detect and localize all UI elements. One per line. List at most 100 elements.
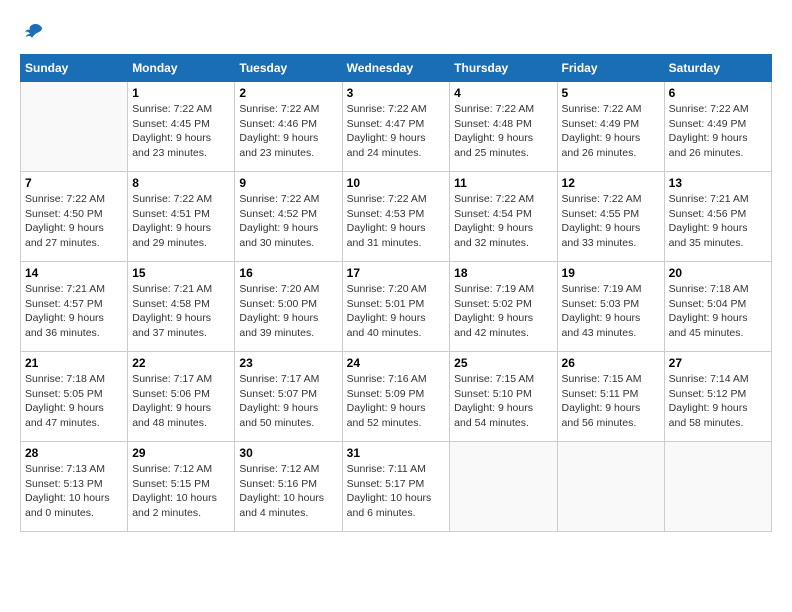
calendar-cell: 15 Sunrise: 7:21 AMSunset: 4:58 PMDayligh… [128,262,235,352]
calendar-week-row: 14Sunrise: 7:21 AMSunset: 4:57 PMDayligh… [21,262,772,352]
calendar-cell: 18Sunrise: 7:19 AMSunset: 5:02 PMDayligh… [450,262,557,352]
calendar-cell: 28Sunrise: 7:13 AMSunset: 5:13 PMDayligh… [21,442,128,532]
day-number: 20 [669,266,767,280]
day-number: 10 [347,176,446,190]
day-number: 13 [669,176,767,190]
calendar-cell: 26Sunrise: 7:15 AMSunset: 5:11 PMDayligh… [557,352,664,442]
page-header [20,20,772,44]
calendar-cell: 23 Sunrise: 7:17 AMSunset: 5:07 PMDayligh… [235,352,342,442]
day-number: 30 [239,446,337,460]
day-info: Sunrise: 7:16 AMSunset: 5:09 PMDaylight:… [347,372,446,431]
day-number: 2 [239,86,337,100]
day-number: 8 [132,176,230,190]
calendar-cell [21,82,128,172]
day-info: Sunrise: 7:22 AMSunset: 4:45 PMDaylight:… [132,102,230,161]
day-number: 21 [25,356,123,370]
day-info: Sunrise: 7:20 AMSunset: 5:00 PMDaylight:… [239,282,337,341]
calendar-cell: 7 Sunrise: 7:22 AMSunset: 4:50 PMDaylight… [21,172,128,262]
day-info: Sunrise: 7:22 AMSunset: 4:54 PMDaylight:… [454,192,552,251]
logo [20,20,46,44]
day-number: 4 [454,86,552,100]
calendar-week-row: 28Sunrise: 7:13 AMSunset: 5:13 PMDayligh… [21,442,772,532]
day-number: 17 [347,266,446,280]
day-number: 28 [25,446,123,460]
calendar-cell: 14Sunrise: 7:21 AMSunset: 4:57 PMDayligh… [21,262,128,352]
day-info: Sunrise: 7:19 AMSunset: 5:02 PMDaylight:… [454,282,552,341]
calendar-cell: 16 Sunrise: 7:20 AMSunset: 5:00 PMDayligh… [235,262,342,352]
calendar-cell: 4 Sunrise: 7:22 AMSunset: 4:48 PMDaylight… [450,82,557,172]
calendar-cell: 21Sunrise: 7:18 AMSunset: 5:05 PMDayligh… [21,352,128,442]
calendar-header-row: SundayMondayTuesdayWednesdayThursdayFrid… [21,55,772,82]
calendar-header-monday: Monday [128,55,235,82]
calendar-header-sunday: Sunday [21,55,128,82]
calendar-table: SundayMondayTuesdayWednesdayThursdayFrid… [20,54,772,532]
calendar-cell: 31 Sunrise: 7:11 AMSunset: 5:17 PMDayligh… [342,442,450,532]
calendar-cell: 27Sunrise: 7:14 AMSunset: 5:12 PMDayligh… [664,352,771,442]
day-info: Sunrise: 7:15 AMSunset: 5:10 PMDaylight:… [454,372,552,431]
logo-bird-icon [22,20,46,44]
day-info: Sunrise: 7:21 AMSunset: 4:58 PMDaylight:… [132,282,230,341]
calendar-cell: 1 Sunrise: 7:22 AMSunset: 4:45 PMDaylight… [128,82,235,172]
day-info: Sunrise: 7:22 AMSunset: 4:46 PMDaylight:… [239,102,337,161]
day-info: Sunrise: 7:22 AMSunset: 4:48 PMDaylight:… [454,102,552,161]
day-number: 25 [454,356,552,370]
calendar-week-row: 21Sunrise: 7:18 AMSunset: 5:05 PMDayligh… [21,352,772,442]
calendar-cell [557,442,664,532]
day-number: 19 [562,266,660,280]
day-info: Sunrise: 7:11 AMSunset: 5:17 PMDaylight:… [347,462,446,521]
day-number: 14 [25,266,123,280]
calendar-week-row: 1 Sunrise: 7:22 AMSunset: 4:45 PMDaylight… [21,82,772,172]
day-info: Sunrise: 7:22 AMSunset: 4:52 PMDaylight:… [239,192,337,251]
calendar-week-row: 7 Sunrise: 7:22 AMSunset: 4:50 PMDaylight… [21,172,772,262]
day-info: Sunrise: 7:20 AMSunset: 5:01 PMDaylight:… [347,282,446,341]
day-number: 5 [562,86,660,100]
calendar-header-saturday: Saturday [664,55,771,82]
day-number: 29 [132,446,230,460]
day-info: Sunrise: 7:17 AMSunset: 5:06 PMDaylight:… [132,372,230,431]
day-number: 24 [347,356,446,370]
day-info: Sunrise: 7:22 AMSunset: 4:50 PMDaylight:… [25,192,123,251]
calendar-cell: 24 Sunrise: 7:16 AMSunset: 5:09 PMDayligh… [342,352,450,442]
day-info: Sunrise: 7:22 AMSunset: 4:53 PMDaylight:… [347,192,446,251]
day-number: 7 [25,176,123,190]
calendar-cell: 25 Sunrise: 7:15 AMSunset: 5:10 PMDayligh… [450,352,557,442]
day-info: Sunrise: 7:19 AMSunset: 5:03 PMDaylight:… [562,282,660,341]
day-info: Sunrise: 7:12 AMSunset: 5:15 PMDaylight:… [132,462,230,521]
day-info: Sunrise: 7:18 AMSunset: 5:04 PMDaylight:… [669,282,767,341]
day-number: 27 [669,356,767,370]
day-number: 6 [669,86,767,100]
day-number: 3 [347,86,446,100]
day-number: 22 [132,356,230,370]
day-number: 26 [562,356,660,370]
day-info: Sunrise: 7:21 AMSunset: 4:56 PMDaylight:… [669,192,767,251]
calendar-cell: 11 Sunrise: 7:22 AMSunset: 4:54 PMDayligh… [450,172,557,262]
day-info: Sunrise: 7:22 AMSunset: 4:47 PMDaylight:… [347,102,446,161]
day-number: 1 [132,86,230,100]
day-info: Sunrise: 7:22 AMSunset: 4:49 PMDaylight:… [562,102,660,161]
calendar-header-thursday: Thursday [450,55,557,82]
day-number: 23 [239,356,337,370]
day-info: Sunrise: 7:17 AMSunset: 5:07 PMDaylight:… [239,372,337,431]
calendar-cell: 20 Sunrise: 7:18 AMSunset: 5:04 PMDayligh… [664,262,771,352]
calendar-cell: 6 Sunrise: 7:22 AMSunset: 4:49 PMDaylight… [664,82,771,172]
day-info: Sunrise: 7:22 AMSunset: 4:49 PMDaylight:… [669,102,767,161]
day-number: 31 [347,446,446,460]
calendar-header-wednesday: Wednesday [342,55,450,82]
calendar-cell: 29 Sunrise: 7:12 AMSunset: 5:15 PMDayligh… [128,442,235,532]
calendar-cell: 30Sunrise: 7:12 AMSunset: 5:16 PMDayligh… [235,442,342,532]
calendar-header-tuesday: Tuesday [235,55,342,82]
calendar-cell: 13 Sunrise: 7:21 AMSunset: 4:56 PMDayligh… [664,172,771,262]
calendar-cell [450,442,557,532]
calendar-cell: 12Sunrise: 7:22 AMSunset: 4:55 PMDayligh… [557,172,664,262]
calendar-cell [664,442,771,532]
calendar-cell: 5 Sunrise: 7:22 AMSunset: 4:49 PMDaylight… [557,82,664,172]
day-number: 16 [239,266,337,280]
day-number: 12 [562,176,660,190]
calendar-cell: 3 Sunrise: 7:22 AMSunset: 4:47 PMDaylight… [342,82,450,172]
calendar-cell: 17 Sunrise: 7:20 AMSunset: 5:01 PMDayligh… [342,262,450,352]
day-number: 11 [454,176,552,190]
day-number: 15 [132,266,230,280]
day-number: 9 [239,176,337,190]
calendar-header-friday: Friday [557,55,664,82]
day-info: Sunrise: 7:22 AMSunset: 4:51 PMDaylight:… [132,192,230,251]
